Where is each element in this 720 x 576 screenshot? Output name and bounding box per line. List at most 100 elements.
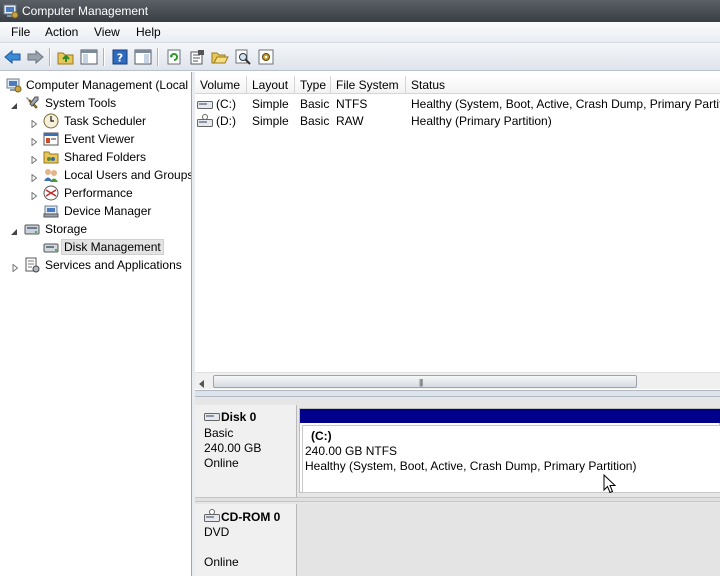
tree-root-label: Computer Management (Local [26, 78, 189, 92]
volume-cell: (D:) [195, 114, 247, 130]
disk-separator [195, 497, 720, 502]
tree-root-computer-management[interactable]: Computer Management (Local [4, 76, 191, 94]
tree-item-label: Task Scheduler [64, 114, 147, 128]
status-cell: Healthy (System, Boot, Active, Crash Dum… [411, 97, 720, 111]
disk-state: Online [204, 456, 239, 470]
tools-icon [24, 95, 40, 111]
status-cell: Healthy (Primary Partition) [411, 114, 552, 128]
collapsed-arrow-icon[interactable] [30, 171, 38, 183]
window-title: Computer Management [22, 4, 149, 18]
column-header-status[interactable]: Status [406, 76, 720, 94]
computer-management-icon [3, 3, 19, 19]
disk-graphical-view: Disk 0 Basic 240.00 GB Online (C:) 240.0… [195, 397, 720, 576]
cdrom-0-label[interactable]: CD-ROM 0 DVD Online [195, 504, 297, 576]
column-header-type[interactable]: Type [295, 76, 331, 94]
disk-name: CD-ROM 0 [204, 509, 280, 526]
forward-arrow-icon[interactable] [25, 47, 45, 67]
tree-item-device-manager[interactable]: Device Manager [0, 202, 191, 220]
collapsed-arrow-icon[interactable] [30, 153, 38, 165]
expanded-arrow-icon[interactable] [10, 225, 18, 235]
disk-0-label[interactable]: Disk 0 Basic 240.00 GB Online [195, 405, 297, 497]
partition-c[interactable]: (C:) 240.00 GB NTFS Healthy (System, Boo… [299, 408, 720, 493]
tree-item-shared-folders[interactable]: Shared Folders [0, 148, 191, 166]
tree-item-label: Local Users and Groups [64, 168, 192, 182]
toolbar: ? [0, 43, 720, 71]
cdrom-media-area[interactable] [299, 504, 720, 576]
up-folder-icon[interactable] [56, 47, 76, 67]
column-header-volume[interactable]: Volume [195, 76, 247, 94]
navigation-tree: Computer Management (Local System Tools … [0, 72, 192, 576]
tree-item-label: Performance [64, 186, 133, 200]
partition-status: Healthy (System, Boot, Active, Crash Dum… [305, 459, 637, 473]
column-header-layout[interactable]: Layout [247, 76, 295, 94]
file-system-cell: RAW [336, 114, 364, 128]
disk-size: 240.00 GB [204, 441, 262, 455]
tree-item-services-and-applications[interactable]: Services and Applications [0, 256, 191, 274]
menu-bar: File Action View Help [0, 22, 720, 43]
tree-item-label: Event Viewer [64, 132, 135, 146]
tree-item-label: Device Manager [64, 204, 152, 218]
type-cell: Basic [300, 114, 330, 128]
volume-list: Volume Layout Type File System Status (C… [195, 72, 720, 390]
menu-help[interactable]: Help [134, 25, 163, 39]
services-icon [24, 257, 40, 273]
tree-item-performance[interactable]: Performance [0, 184, 191, 202]
help-icon[interactable]: ? [110, 47, 130, 67]
performance-icon [43, 185, 59, 201]
disk-icon [204, 411, 220, 425]
show-hide-tree-icon[interactable] [79, 47, 99, 67]
menu-action[interactable]: Action [43, 25, 80, 39]
open-folder-icon[interactable] [210, 47, 230, 67]
storage-icon [24, 221, 40, 237]
layout-cell: Simple [252, 114, 289, 128]
users-icon [43, 167, 59, 183]
disk-icon [43, 239, 59, 255]
tree-item-label: System Tools [45, 96, 117, 110]
drive-icon [197, 99, 213, 113]
properties-icon[interactable] [187, 47, 207, 67]
tree-item-label-selected: Disk Management [61, 239, 164, 255]
toolbar-separator [157, 48, 158, 66]
refresh-icon[interactable] [164, 47, 184, 67]
column-header-file-system[interactable]: File System [331, 76, 406, 94]
collapsed-arrow-icon[interactable] [11, 261, 19, 273]
drive-icon [197, 114, 213, 130]
tree-item-disk-management[interactable]: Disk Management [0, 238, 191, 256]
tree-item-label: Services and Applications [45, 258, 182, 272]
shared-folder-icon [43, 149, 59, 165]
grip-icon: ||| [419, 378, 423, 387]
horizontal-scrollbar[interactable]: ||| [195, 372, 720, 389]
menu-file[interactable]: File [9, 25, 32, 39]
horizontal-pane-splitter[interactable] [195, 390, 720, 397]
toolbar-separator [49, 48, 50, 66]
collapsed-arrow-icon[interactable] [30, 135, 38, 147]
scrollbar-thumb[interactable]: ||| [213, 375, 637, 388]
collapsed-arrow-icon[interactable] [30, 189, 38, 201]
back-arrow-icon[interactable] [3, 47, 23, 67]
volume-cell: (C:) [195, 97, 247, 113]
svg-text:?: ? [117, 52, 123, 65]
clock-icon [43, 113, 59, 129]
title-bar: Computer Management [0, 0, 720, 22]
menu-view[interactable]: View [92, 25, 122, 39]
scroll-left-arrow-icon[interactable] [199, 377, 205, 391]
settings-icon[interactable] [256, 47, 276, 67]
toolbar-separator [103, 48, 104, 66]
partition-header-bar [300, 409, 720, 423]
tree-item-system-tools[interactable]: System Tools [0, 94, 191, 112]
disk-name: Disk 0 [204, 410, 256, 425]
tree-item-event-viewer[interactable]: Event Viewer [0, 130, 191, 148]
expanded-arrow-icon[interactable] [10, 99, 18, 109]
search-icon[interactable] [233, 47, 253, 67]
event-viewer-icon [43, 131, 59, 147]
partition-size-fs: 240.00 GB NTFS [305, 444, 398, 458]
show-hide-action-pane-icon[interactable] [133, 47, 153, 67]
disk-type: DVD [204, 525, 230, 539]
computer-management-icon [6, 77, 22, 93]
tree-item-task-scheduler[interactable]: Task Scheduler [0, 112, 191, 130]
collapsed-arrow-icon[interactable] [30, 117, 38, 129]
tree-item-storage[interactable]: Storage [0, 220, 191, 238]
tree-item-local-users-and-groups[interactable]: Local Users and Groups [0, 166, 192, 184]
disk-type: Basic [204, 426, 234, 440]
tree-item-label: Shared Folders [64, 150, 147, 164]
